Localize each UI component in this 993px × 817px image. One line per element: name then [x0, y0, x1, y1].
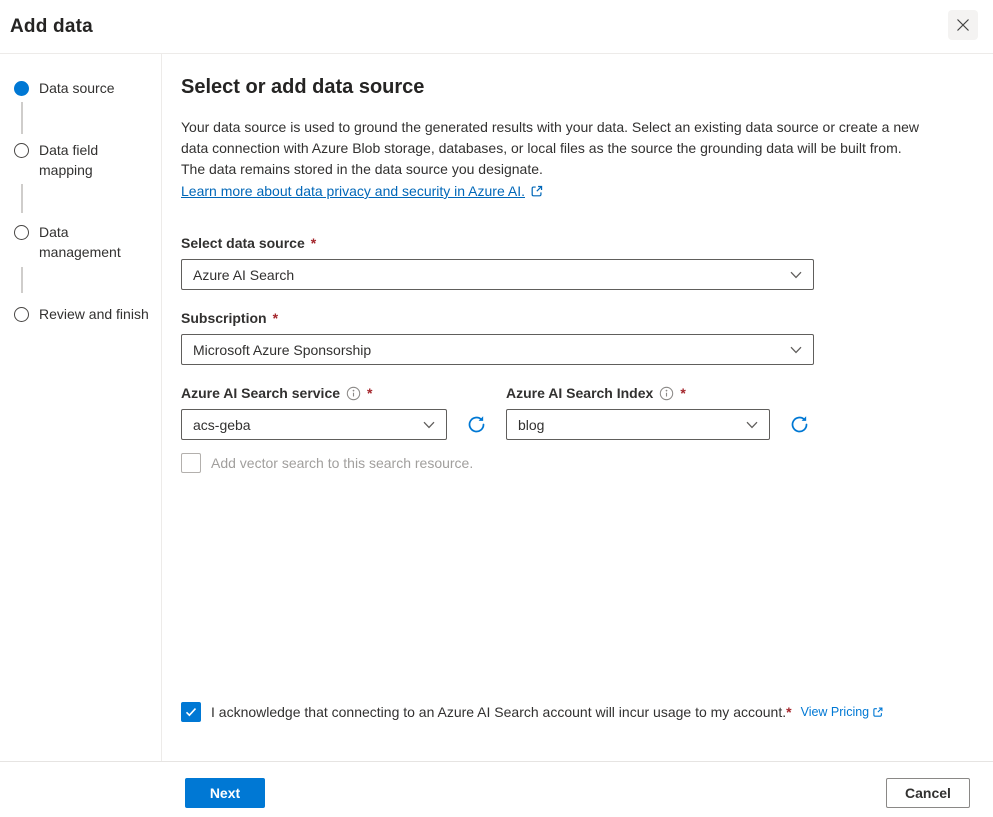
dialog-title: Add data — [10, 16, 93, 38]
required-asterisk: * — [311, 235, 316, 251]
refresh-index-button[interactable] — [788, 413, 810, 435]
close-icon — [956, 18, 970, 32]
stepper-item-review-and-finish[interactable]: Review and finish — [14, 304, 154, 324]
chevron-down-icon — [790, 271, 802, 279]
stepper-item-label: Data source — [39, 78, 114, 98]
search-service-select[interactable]: acs-geba — [181, 409, 447, 440]
add-data-dialog: Add data Data source Data field mapping … — [0, 0, 993, 817]
search-index-value: blog — [518, 417, 544, 433]
step-circle-outline-icon — [14, 143, 29, 158]
subscription-select[interactable]: Microsoft Azure Sponsorship — [181, 334, 814, 365]
checkmark-icon — [185, 707, 197, 717]
close-button[interactable] — [948, 10, 978, 40]
vector-search-label: Add vector search to this search resourc… — [211, 455, 473, 471]
search-service-value: acs-geba — [193, 417, 251, 433]
refresh-service-button[interactable] — [465, 413, 487, 435]
search-service-label: Azure AI Search service * — [181, 385, 372, 401]
dialog-header: Add data — [0, 0, 993, 54]
info-icon[interactable] — [346, 386, 361, 401]
required-asterisk: * — [680, 385, 685, 401]
next-button[interactable]: Next — [185, 778, 265, 808]
cancel-button[interactable]: Cancel — [886, 778, 970, 808]
chevron-down-icon — [790, 346, 802, 354]
data-source-label: Select data source * — [181, 235, 316, 251]
required-asterisk: * — [786, 704, 791, 720]
data-source-value: Azure AI Search — [193, 267, 294, 283]
stepper-item-data-management[interactable]: Data management — [14, 222, 154, 262]
search-index-select[interactable]: blog — [506, 409, 770, 440]
required-asterisk: * — [273, 310, 278, 326]
stepper-item-label: Data field mapping — [39, 140, 154, 180]
data-source-select[interactable]: Azure AI Search — [181, 259, 814, 290]
chevron-down-icon — [423, 421, 435, 429]
footer-divider — [0, 761, 993, 762]
step-connector — [21, 102, 23, 134]
stepper-item-data-source[interactable]: Data source — [14, 78, 154, 98]
refresh-icon — [789, 414, 810, 435]
stepper-item-data-field-mapping[interactable]: Data field mapping — [14, 140, 154, 180]
chevron-down-icon — [746, 421, 758, 429]
subscription-value: Microsoft Azure Sponsorship — [193, 342, 371, 358]
search-index-label: Azure AI Search Index * — [506, 385, 686, 401]
subscription-label: Subscription * — [181, 310, 278, 326]
description-text: Your data source is used to ground the g… — [181, 117, 921, 180]
step-circle-filled-icon — [14, 81, 29, 96]
external-link-icon — [872, 706, 884, 718]
required-asterisk: * — [367, 385, 372, 401]
step-connector — [21, 184, 23, 213]
step-circle-outline-icon — [14, 225, 29, 240]
step-connector — [21, 267, 23, 293]
stepper-divider — [161, 54, 162, 761]
stepper-item-label: Review and finish — [39, 304, 149, 324]
acknowledge-checkbox[interactable] — [181, 702, 201, 722]
step-circle-outline-icon — [14, 307, 29, 322]
privacy-link[interactable]: Learn more about data privacy and securi… — [181, 183, 525, 199]
info-icon[interactable] — [659, 386, 674, 401]
stepper-item-label: Data management — [39, 222, 154, 262]
vector-search-checkbox[interactable] — [181, 453, 201, 473]
acknowledge-label: I acknowledge that connecting to an Azur… — [211, 704, 792, 720]
page-title: Select or add data source — [181, 76, 424, 99]
view-pricing-link[interactable]: View Pricing — [801, 705, 885, 719]
refresh-icon — [466, 414, 487, 435]
external-link-icon — [530, 184, 544, 198]
